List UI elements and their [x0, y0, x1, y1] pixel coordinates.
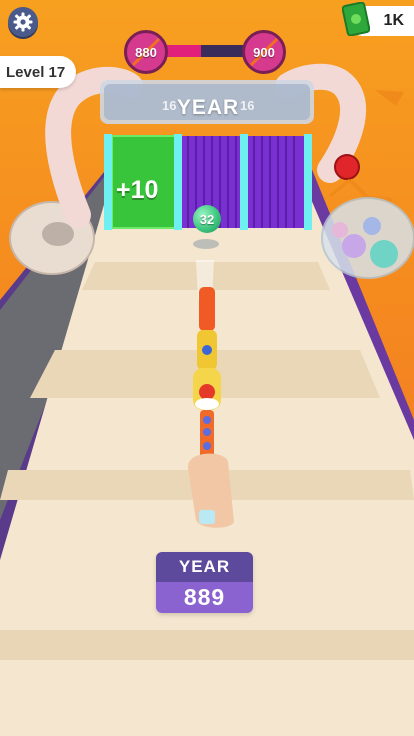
- year-counter: YEAR 889: [156, 552, 253, 613]
- ammo-ball-value: 32: [199, 211, 215, 227]
- year-counter-label: YEAR: [156, 552, 253, 582]
- year-progress-bar: 880 900: [124, 30, 286, 74]
- bonus-gate-label: +10: [116, 176, 159, 204]
- settings-button[interactable]: [8, 7, 38, 37]
- end-year-medal: 900: [242, 30, 286, 74]
- gear-icon: [13, 12, 33, 32]
- gate-year-label: YEAR: [176, 96, 240, 119]
- start-year-label: 880: [135, 44, 157, 60]
- start-year-medal: 880: [124, 30, 168, 74]
- year-counter-value: 889: [156, 582, 253, 613]
- game-scene: Level 17 1K 880 900 16 16 YEAR +10 32 YE…: [0, 0, 414, 736]
- ammo-ball: 32: [193, 205, 221, 233]
- level-indicator: Level 17: [0, 56, 76, 88]
- end-year-label: 900: [253, 44, 275, 60]
- level-label: Level 17: [6, 63, 66, 81]
- cash-amount: 1K: [383, 12, 404, 29]
- money-bill-icon: [342, 2, 370, 36]
